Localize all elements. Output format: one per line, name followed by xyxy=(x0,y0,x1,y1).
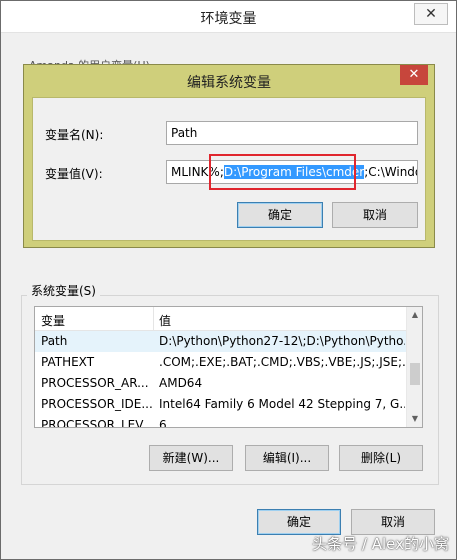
dialog-ok-button[interactable]: 确定 xyxy=(237,202,323,228)
system-variables-label: 系统变量(S) xyxy=(27,282,100,299)
row-value: Intel64 Family 6 Model 42 Stepping 7, G.… xyxy=(159,397,405,411)
table-row[interactable]: Path D:\Python\Python27-12\;D:\Python\Py… xyxy=(35,331,408,352)
delete-variable-button[interactable]: 删除(L) xyxy=(339,445,423,471)
row-variable: PROCESSOR_LEV... xyxy=(41,418,153,428)
dialog-cancel-button[interactable]: 取消 xyxy=(332,202,418,228)
new-variable-button[interactable]: 新建(W)... xyxy=(149,445,233,471)
cancel-button[interactable]: 取消 xyxy=(351,509,435,535)
dialog-title: 编辑系统变量 xyxy=(187,75,271,91)
value-text-selected: D:\Program Files\cmder xyxy=(223,165,365,179)
title-bar: 环境变量 ✕ xyxy=(1,1,456,33)
watermark-text: 头条号 / Alex的小窝 xyxy=(312,535,449,553)
table-row[interactable]: PATHEXT .COM;.EXE;.BAT;.CMD;.VBS;.VBE;.J… xyxy=(35,352,408,373)
row-variable: PATHEXT xyxy=(41,355,95,369)
scroll-down-icon[interactable]: ▼ xyxy=(407,411,422,427)
scroll-thumb[interactable] xyxy=(410,363,420,385)
row-value: .COM;.EXE;.BAT;.CMD;.VBS;.VBE;.JS;.JSE;.… xyxy=(159,355,405,369)
scroll-up-icon[interactable]: ▲ xyxy=(407,307,422,323)
ok-button[interactable]: 确定 xyxy=(257,509,341,535)
row-variable: PROCESSOR_AR... xyxy=(41,376,149,390)
variable-value-label: 变量值(V): xyxy=(45,167,103,181)
row-value: 6 xyxy=(159,418,167,428)
close-icon[interactable]: ✕ xyxy=(414,3,448,25)
dialog-close-icon[interactable]: ✕ xyxy=(400,65,428,85)
window-title: 环境变量 xyxy=(200,11,257,27)
column-header-value[interactable]: 值 xyxy=(159,312,171,329)
vertical-scrollbar[interactable]: ▲ ▼ xyxy=(406,307,422,427)
variable-name-input[interactable]: Path xyxy=(166,121,418,145)
table-row[interactable]: PROCESSOR_LEV... 6 xyxy=(35,415,408,428)
value-text-after: ;C:\Windows xyxy=(364,165,417,179)
table-row[interactable]: PROCESSOR_AR... AMD64 xyxy=(35,373,408,394)
column-header-variable[interactable]: 变量 xyxy=(41,312,65,329)
column-divider xyxy=(153,307,154,331)
variable-value-input[interactable]: MLINK%;D:\Program Files\cmder;C:\Windows xyxy=(166,160,418,184)
dialog-body: 变量名(N): Path 变量值(V): MLINK%;D:\Program F… xyxy=(32,97,426,241)
row-value: D:\Python\Python27-12\;D:\Python\Pytho..… xyxy=(159,334,405,348)
system-variables-list[interactable]: 变量 值 Path D:\Python\Python27-12\;D:\Pyth… xyxy=(34,306,423,428)
edit-variable-button[interactable]: 编辑(I)... xyxy=(245,445,329,471)
value-text-before: MLINK%; xyxy=(171,165,224,179)
table-row[interactable]: PROCESSOR_IDE... Intel64 Family 6 Model … xyxy=(35,394,408,415)
variable-name-label: 变量名(N): xyxy=(45,128,104,142)
row-variable: Path xyxy=(41,334,68,348)
edit-system-variable-dialog: 编辑系统变量 ✕ 变量名(N): Path 变量值(V): MLINK%;D:\… xyxy=(23,64,435,248)
row-value: AMD64 xyxy=(159,376,203,390)
list-header: 变量 值 xyxy=(35,307,408,331)
row-variable: PROCESSOR_IDE... xyxy=(41,397,153,411)
